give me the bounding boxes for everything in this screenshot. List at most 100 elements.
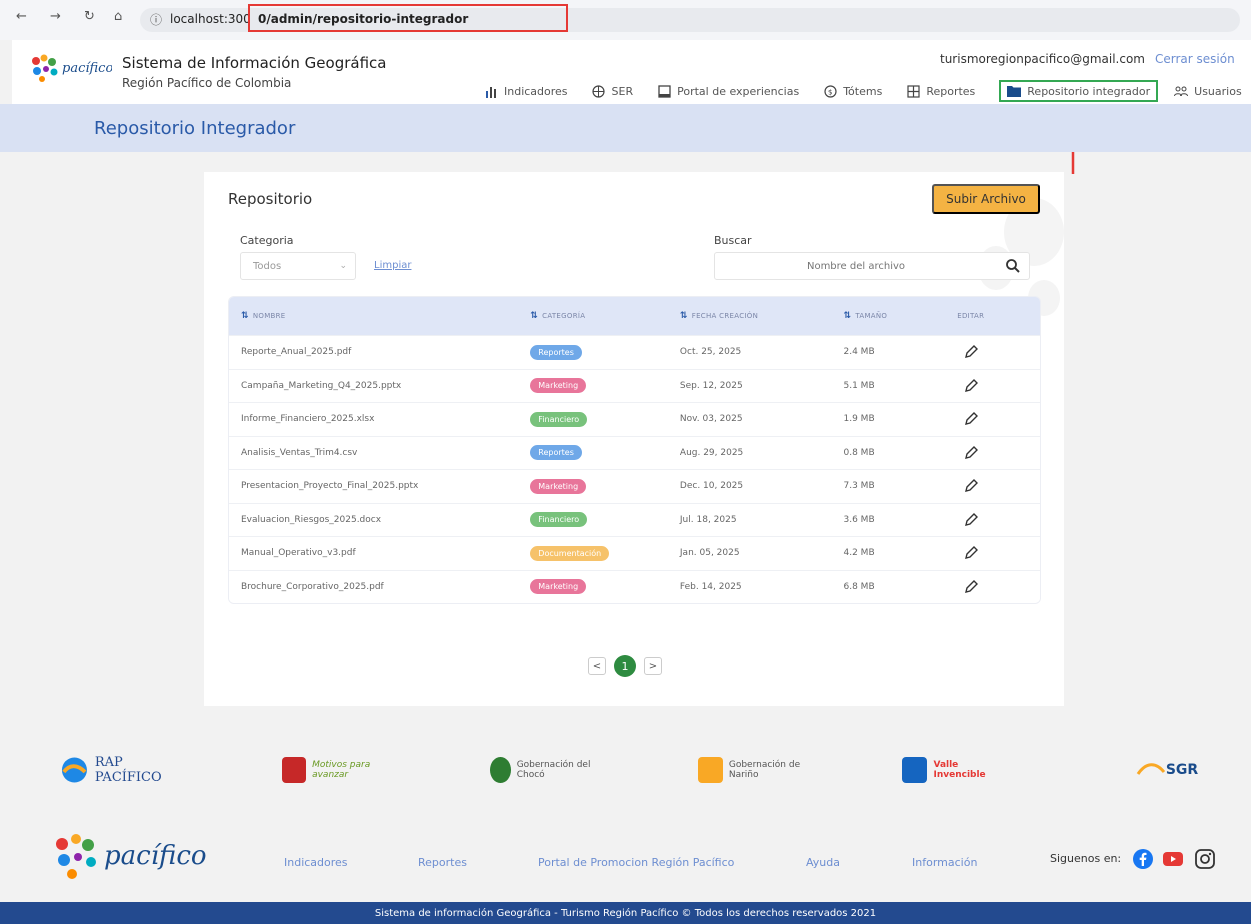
file-name: Brochure_Corporativo_2025.pdf	[241, 581, 384, 592]
back-icon[interactable]: ←	[16, 9, 27, 24]
svg-text:pacífico: pacífico	[104, 841, 207, 871]
menu-item-totems[interactable]: $ Tótems	[823, 84, 882, 98]
menu-label: Usuarios	[1194, 84, 1242, 98]
table-row: Informe_Financiero_2025.xlsx Financiero …	[229, 402, 1040, 436]
prev-page-button[interactable]: <	[588, 657, 606, 675]
category-value: Todos	[253, 261, 282, 272]
copyright-bar: Sistema de información Geográfica - Turi…	[0, 902, 1251, 924]
category-badge: Documentación	[530, 545, 610, 561]
menu-label: Tótems	[843, 84, 883, 98]
footer-link-ayuda[interactable]: Ayuda	[806, 856, 840, 869]
logout-link[interactable]: Cerrar sesión	[1155, 52, 1235, 66]
file-name: Evaluacion_Riesgos_2025.docx	[241, 514, 382, 525]
file-size: 1.9 MB	[843, 414, 875, 425]
footer: pacífico Indicadores Reportes Portal de …	[0, 826, 1251, 898]
sort-name-header[interactable]: ⇅ NOMBRE	[229, 311, 530, 321]
pencil-icon[interactable]	[963, 579, 979, 595]
reload-icon[interactable]: ↻	[84, 9, 95, 24]
category-label: Categoria	[240, 234, 294, 247]
menu-item-reportes[interactable]: Reportes	[906, 84, 975, 98]
category-badge: Reportes	[530, 445, 582, 461]
pencil-icon[interactable]	[963, 411, 979, 427]
sort-category-header[interactable]: ⇅ CATEGORÍA	[530, 311, 680, 321]
repository-card: Repositorio Subir Archivo Categoria Todo…	[204, 172, 1064, 706]
table-row: Analisis_Ventas_Trim4.csv Reportes Aug. …	[229, 435, 1040, 469]
sort-icon: ⇅	[241, 311, 249, 321]
table-row: Reporte_Anual_2025.pdf Reportes Oct. 25,…	[229, 335, 1040, 369]
address-bar[interactable]: ⓘ localhost:300 0/admin/repositorio-inte…	[140, 4, 1240, 32]
menu-item-repositorio-integrador[interactable]: Repositorio integrador	[999, 80, 1159, 102]
upload-file-button[interactable]: Subir Archivo	[932, 184, 1040, 214]
current-page[interactable]: 1	[614, 655, 636, 677]
sort-date-header[interactable]: ⇅ FECHA CREACIÓN	[680, 311, 844, 321]
category-select[interactable]: Todos ⌄	[240, 252, 356, 280]
category-badge: Financiero	[530, 411, 588, 427]
copyright-text: Sistema de información Geográfica - Turi…	[374, 907, 877, 919]
file-date: Feb. 14, 2025	[679, 581, 742, 592]
facebook-icon[interactable]	[1132, 848, 1154, 870]
footer-link-reportes[interactable]: Reportes	[418, 856, 467, 869]
category-badge: Marketing	[530, 579, 587, 595]
file-name: Informe_Financiero_2025.xlsx	[241, 414, 375, 425]
rap-pacifico-logo: RAP PACÍFICO	[60, 742, 190, 798]
search-input[interactable]	[716, 254, 996, 278]
footer-link-informacion[interactable]: Información	[912, 856, 977, 869]
clear-filters-link[interactable]: Limpiar	[374, 260, 411, 271]
next-page-button[interactable]: >	[644, 657, 662, 675]
menu-label: SER	[611, 84, 634, 98]
edit-header: EDITAR	[957, 312, 985, 320]
menu-item-ser[interactable]: SER	[592, 84, 634, 98]
forward-icon[interactable]: →	[50, 9, 61, 24]
menu-item-usuarios[interactable]: Usuarios	[1174, 84, 1242, 98]
pencil-icon[interactable]	[963, 545, 979, 561]
pencil-icon[interactable]	[963, 378, 979, 394]
file-name: Reporte_Anual_2025.pdf	[241, 347, 352, 358]
brand-subtitle: Región Pacífico de Colombia	[122, 76, 292, 90]
search-icon[interactable]	[1005, 258, 1021, 274]
footer-link-indicadores[interactable]: Indicadores	[284, 856, 348, 869]
pacifico-logo[interactable]: pacífico	[26, 52, 112, 86]
category-badge: Reportes	[530, 344, 582, 360]
pencil-icon[interactable]	[963, 445, 979, 461]
browser-toolbar: ← → ↻ ⌂ ⓘ localhost:300 0/admin/reposito…	[0, 0, 1251, 40]
menu-item-indicadores[interactable]: Indicadores	[484, 84, 568, 98]
sort-size-header[interactable]: ⇅ TAMAÑO	[844, 311, 952, 321]
menu-label: Indicadores	[504, 84, 568, 98]
url-highlight-box	[248, 4, 568, 32]
youtube-icon[interactable]	[1162, 848, 1184, 870]
table-row: Presentacion_Proyecto_Final_2025.pptx Ma…	[229, 469, 1040, 503]
category-badge: Marketing	[530, 378, 587, 394]
menu-label: Reportes	[926, 84, 976, 98]
file-size: 6.8 MB	[843, 581, 875, 592]
file-size: 3.6 MB	[843, 514, 875, 525]
svg-text:pacífico: pacífico	[62, 61, 112, 76]
grid-icon	[906, 84, 920, 98]
menu-label: Repositorio integrador	[1027, 84, 1151, 98]
window-icon	[657, 84, 671, 98]
table-row: Brochure_Corporativo_2025.pdf Marketing …	[229, 569, 1040, 603]
sort-icon: ⇅	[679, 311, 688, 321]
user-email: turismoregionpacifico@gmail.com	[940, 52, 1145, 66]
main-menu: Indicadores SER Portal de experiencias $…	[484, 80, 1251, 102]
url-host: localhost:300	[170, 12, 251, 26]
category-badge: Marketing	[530, 478, 587, 494]
page-title: Repositorio Integrador	[94, 118, 296, 139]
table-row: Campaña_Marketing_Q4_2025.pptx Marketing…	[229, 368, 1040, 402]
pacifico-footer-logo[interactable]: pacífico	[48, 830, 218, 884]
pagination: < 1 >	[588, 655, 662, 677]
footer-link-portal[interactable]: Portal de Promocion Región Pacífico	[538, 856, 734, 869]
pencil-icon[interactable]	[963, 478, 979, 494]
file-size: 4.2 MB	[843, 548, 875, 559]
home-icon[interactable]: ⌂	[114, 9, 122, 24]
instagram-icon[interactable]	[1194, 848, 1216, 870]
file-size: 0.8 MB	[843, 447, 875, 458]
pencil-icon[interactable]	[963, 512, 979, 528]
section-header: Repositorio Integrador	[0, 104, 1251, 152]
file-date: Dec. 10, 2025	[679, 481, 744, 492]
files-table: ⇅ NOMBRE ⇅ CATEGORÍA ⇅ FECHA CREACIÓN ⇅ TAMA…	[228, 296, 1041, 604]
menu-item-portal-experiencias[interactable]: Portal de experiencias	[657, 84, 799, 98]
table-row: Manual_Operativo_v3.pdf Documentación Ja…	[229, 536, 1040, 570]
site-info-icon[interactable]: ⓘ	[150, 11, 162, 28]
pencil-icon[interactable]	[963, 344, 979, 360]
file-size: 2.4 MB	[843, 347, 875, 358]
